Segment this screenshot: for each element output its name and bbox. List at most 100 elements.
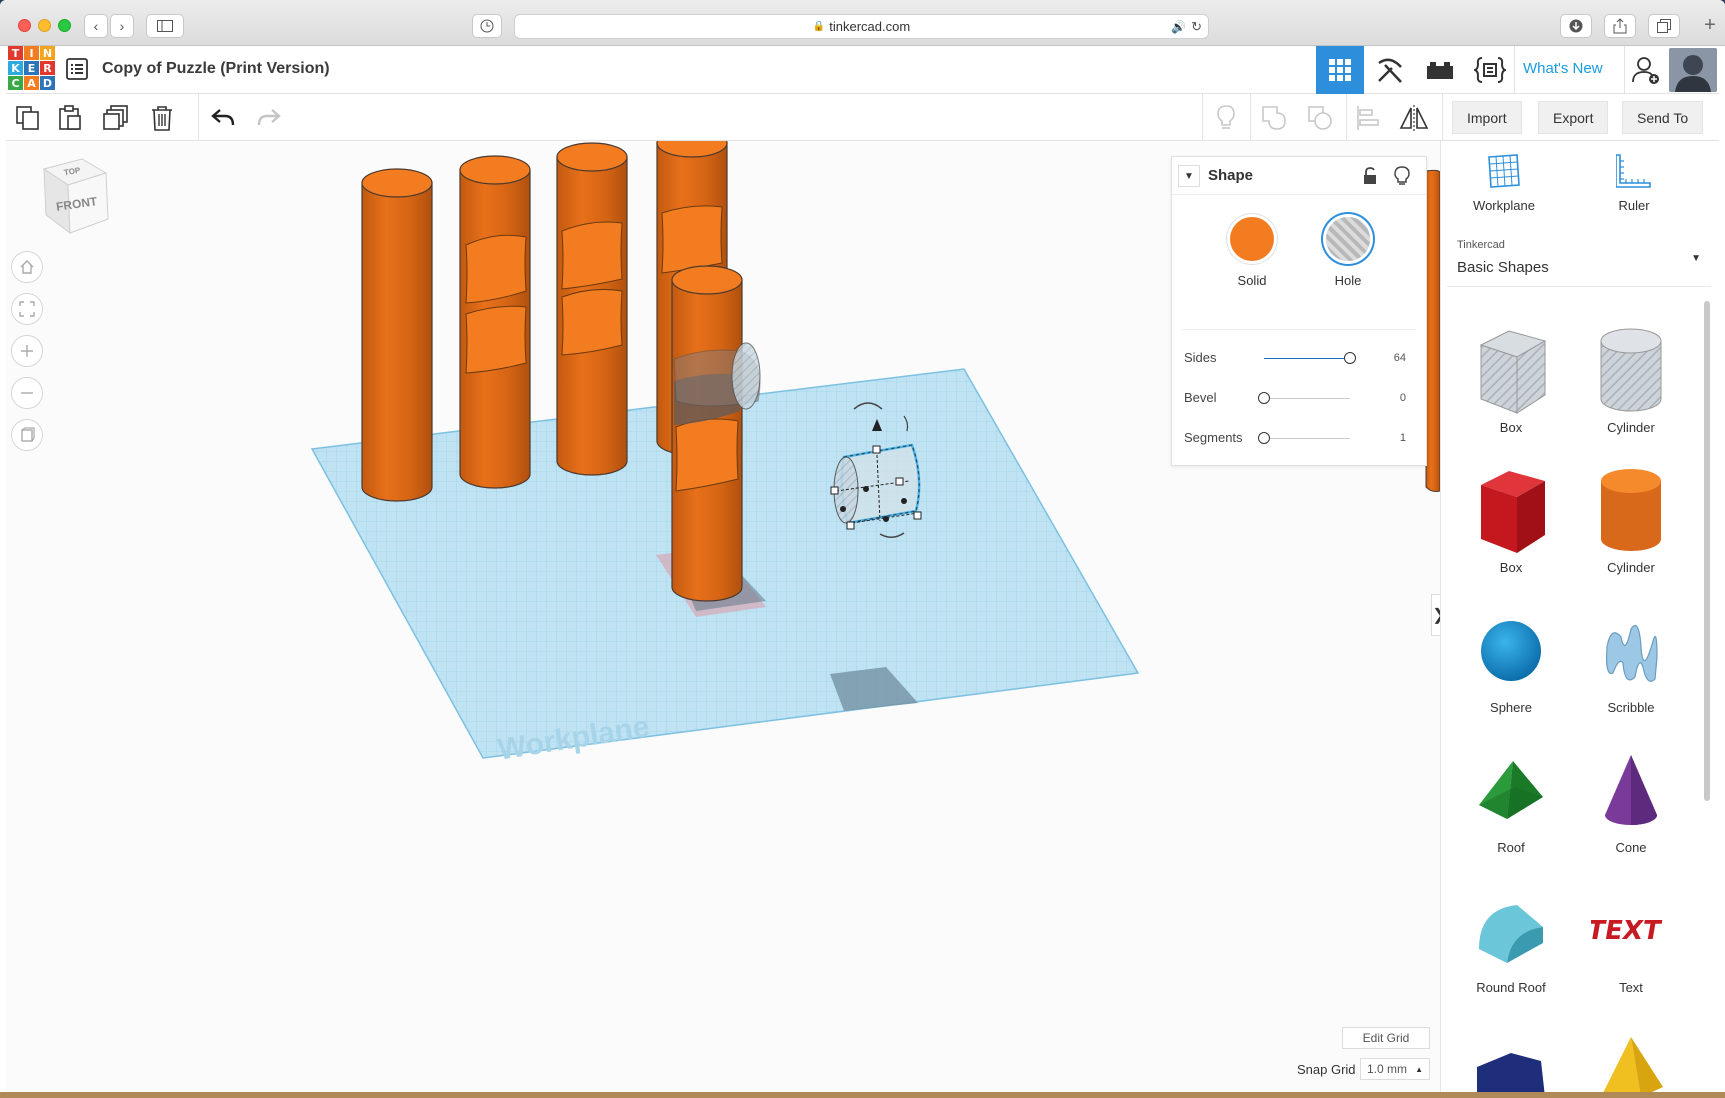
edit-grid-button[interactable]: Edit Grid <box>1342 1027 1430 1049</box>
cylinder-shape[interactable] <box>459 155 531 489</box>
handle-dot[interactable] <box>883 516 889 522</box>
fit-view-button[interactable] <box>11 293 43 325</box>
sides-slider-knob[interactable] <box>1344 352 1356 364</box>
delete-button[interactable] <box>146 102 178 134</box>
sidebar-toggle-button[interactable] <box>146 14 184 38</box>
ruler-tool[interactable]: Ruler <box>1589 153 1679 213</box>
sides-slider[interactable] <box>1264 358 1350 359</box>
lightbulb-icon[interactable] <box>1394 166 1410 186</box>
cylinder-shape[interactable] <box>1425 169 1440 492</box>
handle-dot[interactable] <box>901 498 907 504</box>
ungroup-button[interactable] <box>1304 102 1336 134</box>
undo-button[interactable] <box>207 102 239 134</box>
segments-value[interactable]: 1 <box>1376 432 1406 444</box>
share-icon <box>1613 18 1627 34</box>
bevel-value[interactable]: 0 <box>1376 392 1406 404</box>
resize-handle[interactable] <box>872 445 881 454</box>
lock-icon[interactable] <box>1362 167 1378 185</box>
address-bar[interactable]: 🔒 tinkercad.com 🔊 ↻ <box>514 14 1209 39</box>
duplicate-button[interactable] <box>100 102 132 134</box>
back-button[interactable]: ‹ <box>84 14 108 38</box>
browser-toolbar: ‹ › 🔒 tinkercad.com 🔊 ↻ + <box>0 0 1725 46</box>
shape-tile-cylinder[interactable]: Cylinder <box>1581 459 1681 589</box>
zoom-in-button[interactable] <box>11 335 43 367</box>
history-button[interactable] <box>472 14 502 38</box>
forward-button[interactable]: › <box>110 14 134 38</box>
shape-tile-text[interactable]: TEXT Text <box>1581 879 1681 1009</box>
copy-button[interactable] <box>12 102 44 134</box>
home-view-button[interactable] <box>11 251 43 283</box>
shape-tile-pyramid[interactable] <box>1581 1019 1681 1092</box>
shape-label: Cylinder <box>1607 420 1655 435</box>
resize-handle[interactable] <box>830 486 839 495</box>
new-tab-button[interactable]: + <box>1698 14 1722 40</box>
paste-button[interactable] <box>54 102 86 134</box>
notes-button[interactable] <box>1210 102 1242 134</box>
redo-button[interactable] <box>253 102 285 134</box>
export-button[interactable]: Export <box>1538 101 1609 134</box>
import-button[interactable]: Import <box>1452 101 1522 134</box>
caret-down-icon: ▼ <box>1691 253 1701 264</box>
cylinder-shape[interactable] <box>361 168 433 502</box>
shape-tile-sphere[interactable]: Sphere <box>1461 599 1561 729</box>
bricks-view-button[interactable] <box>1416 46 1464 94</box>
shape-tile-cylinder-hole[interactable]: Cylinder <box>1581 319 1681 449</box>
perspective-icon <box>21 427 35 442</box>
tinkercad-logo[interactable]: T I N K E R C A D <box>8 46 55 90</box>
shape-tile-box-hole[interactable]: Box <box>1461 319 1561 449</box>
invite-user-button[interactable] <box>1626 46 1666 94</box>
user-avatar[interactable] <box>1669 48 1717 92</box>
shape-tile-round-roof[interactable]: Round Roof <box>1461 879 1561 1009</box>
shape-tile-polygon[interactable] <box>1461 1019 1561 1092</box>
align-button[interactable] <box>1352 102 1384 134</box>
tabs-button[interactable] <box>1648 14 1680 38</box>
share-button[interactable] <box>1604 14 1636 38</box>
zoom-window-button[interactable] <box>58 19 71 32</box>
handle-dot[interactable] <box>840 506 846 512</box>
minecraft-view-button[interactable] <box>1366 46 1414 94</box>
collapse-inspector-button[interactable]: ▼ <box>1178 165 1200 187</box>
3d-design-view-button[interactable] <box>1316 46 1364 94</box>
sides-value[interactable]: 64 <box>1376 352 1406 364</box>
panel-scrollbar[interactable] <box>1704 301 1710 801</box>
segments-slider[interactable] <box>1264 438 1350 439</box>
design-list-icon[interactable] <box>66 58 88 80</box>
shape-tile-cone[interactable]: Cone <box>1581 739 1681 869</box>
view-cube[interactable]: TOP FRONT <box>34 155 114 235</box>
grid-icon <box>1329 59 1351 81</box>
shape-tile-roof[interactable]: Roof <box>1461 739 1561 869</box>
hole-option[interactable]: Hole <box>1318 217 1378 288</box>
segments-slider-knob[interactable] <box>1258 432 1270 444</box>
snap-grid-select[interactable]: 1.0 mm ▲ <box>1360 1058 1430 1080</box>
resize-handle[interactable] <box>895 477 904 486</box>
bevel-slider-knob[interactable] <box>1258 392 1270 404</box>
speaker-icon[interactable]: 🔊 <box>1171 20 1186 34</box>
whats-new-link[interactable]: What's New <box>1523 60 1603 77</box>
design-title[interactable]: Copy of Puzzle (Print Version) <box>102 60 330 78</box>
mirror-button[interactable] <box>1398 102 1430 134</box>
send-to-button[interactable]: Send To <box>1622 101 1704 134</box>
shape-label: Cone <box>1615 840 1647 855</box>
shape-tile-scribble[interactable]: Scribble <box>1581 599 1681 729</box>
downloads-button[interactable] <box>1560 14 1592 38</box>
workplane-tool[interactable]: Workplane <box>1459 153 1549 213</box>
resize-handle[interactable] <box>846 521 855 530</box>
reload-icon[interactable]: ↻ <box>1191 19 1202 35</box>
cylinder-hole-icon <box>1600 328 1662 412</box>
solid-option[interactable]: Solid <box>1222 217 1282 288</box>
bevel-slider[interactable] <box>1264 398 1350 399</box>
shape-library-select[interactable]: Tinkercad Basic Shapes ▼ <box>1447 229 1711 287</box>
perspective-button[interactable] <box>11 419 43 451</box>
zoom-out-button[interactable] <box>11 377 43 409</box>
cylinder-shape[interactable] <box>556 142 628 476</box>
avatar-image <box>1669 48 1717 92</box>
pickaxe-icon <box>1378 58 1402 83</box>
copy-icon <box>16 106 39 130</box>
minimize-window-button[interactable] <box>38 19 51 32</box>
group-button[interactable] <box>1258 102 1290 134</box>
handle-dot[interactable] <box>863 486 869 492</box>
shape-tile-box[interactable]: Box <box>1461 459 1561 589</box>
codeblocks-view-button[interactable] <box>1466 46 1514 94</box>
close-window-button[interactable] <box>18 19 31 32</box>
resize-handle[interactable] <box>913 511 922 520</box>
